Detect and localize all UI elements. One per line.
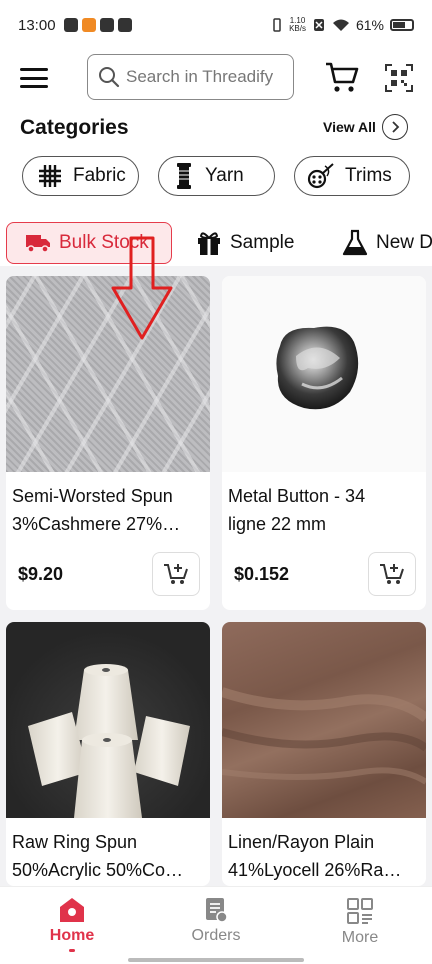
view-all-label: View All (323, 119, 376, 135)
grid-icon (347, 898, 373, 924)
product-name-line: 3%Cashmere 27%… (12, 514, 181, 534)
orders-icon (206, 898, 228, 923)
category-chip-yarn[interactable]: Yarn (158, 156, 275, 196)
tiktok-icon (63, 18, 78, 32)
product-name-line: ligne 22 mm (228, 514, 327, 534)
speed-unit: KB/s (289, 24, 306, 33)
home-icon (60, 898, 84, 922)
search-input[interactable]: Search in Threadify (87, 54, 294, 100)
product-name: Semi-Worsted Spun 3%Cashmere 27%… (6, 472, 210, 540)
chip-label: Fabric (73, 165, 126, 186)
product-card[interactable]: Raw Ring Spun 50%Acrylic 50%Co… (6, 622, 210, 886)
menu-icon[interactable] (20, 68, 48, 88)
metal-button-image (276, 326, 359, 410)
product-card[interactable]: Linen/Rayon Plain 41%Lyocell 26%Ra… (222, 622, 426, 886)
status-bar: 13:00 1.10 KB/s 61% (0, 0, 432, 50)
categories-title: Categories (20, 116, 129, 139)
status-time: 13:00 (18, 16, 56, 34)
bottom-navigation: Home Orders More (0, 886, 432, 964)
app-icon (99, 18, 114, 32)
product-image (6, 622, 210, 818)
add-to-cart-icon (164, 564, 188, 584)
battery-icon (390, 19, 414, 31)
tab-new-development[interactable]: New D (342, 222, 432, 264)
vibrate-icon (273, 18, 281, 32)
product-name-line: Raw Ring Spun (12, 832, 138, 852)
product-name: Metal Button - 34 ligne 22 mm (222, 472, 426, 540)
app-icon (81, 18, 96, 32)
search-placeholder: Search in Threadify (126, 67, 274, 86)
search-icon (99, 67, 120, 88)
fabric-icon (39, 165, 61, 187)
app-icon (117, 18, 132, 32)
chip-label: Trims (345, 165, 392, 186)
chevron-right-icon (381, 114, 408, 140)
nav-more[interactable]: More (310, 897, 410, 947)
battery-percent: 61% (355, 17, 384, 33)
add-to-cart-button[interactable] (152, 552, 200, 596)
wifi-icon (332, 19, 349, 31)
nav-home[interactable]: Home (22, 897, 122, 952)
nav-label: Home (49, 927, 95, 944)
product-card[interactable]: Metal Button - 34 ligne 22 mm $0.152 (222, 276, 426, 610)
view-all-button[interactable]: View All (323, 114, 408, 140)
chip-label: Yarn (205, 165, 244, 186)
product-name-line: Linen/Rayon Plain (228, 832, 375, 852)
product-image (222, 276, 426, 472)
product-name-line: 50%Acrylic 50%Co… (12, 860, 184, 880)
nav-orders[interactable]: Orders (166, 897, 266, 945)
cart-icon[interactable] (324, 60, 360, 94)
product-image (222, 622, 426, 818)
yarn-cones-image (28, 664, 190, 818)
product-name-line: Semi-Worsted Spun (12, 486, 173, 506)
product-price: $9.20 (18, 564, 64, 584)
product-image (6, 276, 210, 472)
category-chip-fabric[interactable]: Fabric (22, 156, 139, 196)
gesture-bar (128, 958, 304, 962)
fabric-image (222, 687, 426, 785)
gift-icon (198, 232, 220, 255)
status-app-icons (63, 18, 132, 32)
scroll-down-arrow-annotation (111, 236, 173, 340)
qr-scan-icon[interactable] (385, 64, 413, 92)
tab-label: Sample (230, 232, 295, 253)
flask-icon (342, 229, 368, 256)
nav-label: Orders (191, 927, 241, 944)
thread-needle-icon (307, 163, 334, 189)
product-card[interactable]: Semi-Worsted Spun 3%Cashmere 27%… $9.20 (6, 276, 210, 610)
product-name: Linen/Rayon Plain 41%Lyocell 26%Ra… (222, 818, 426, 886)
status-indicators: 1.10 KB/s 61% (271, 17, 414, 33)
top-header: Search in Threadify (0, 52, 432, 102)
truck-icon (26, 235, 50, 253)
nav-label: More (341, 929, 379, 946)
yarn-spool-icon (177, 163, 191, 189)
add-to-cart-button[interactable] (368, 552, 416, 596)
tab-sample[interactable]: Sample (196, 222, 294, 264)
network-speed: 1.10 KB/s (289, 17, 306, 33)
product-name: Raw Ring Spun 50%Acrylic 50%Co… (6, 818, 210, 886)
active-indicator (69, 949, 75, 952)
product-price: $0.152 (234, 564, 290, 584)
product-name-line: Metal Button - 34 (228, 486, 366, 506)
category-chip-trims[interactable]: Trims (294, 156, 410, 196)
tab-label: New D (376, 232, 432, 253)
product-name-line: 41%Lyocell 26%Ra… (228, 860, 402, 880)
no-sim-icon (313, 19, 324, 31)
add-to-cart-icon (380, 564, 404, 584)
